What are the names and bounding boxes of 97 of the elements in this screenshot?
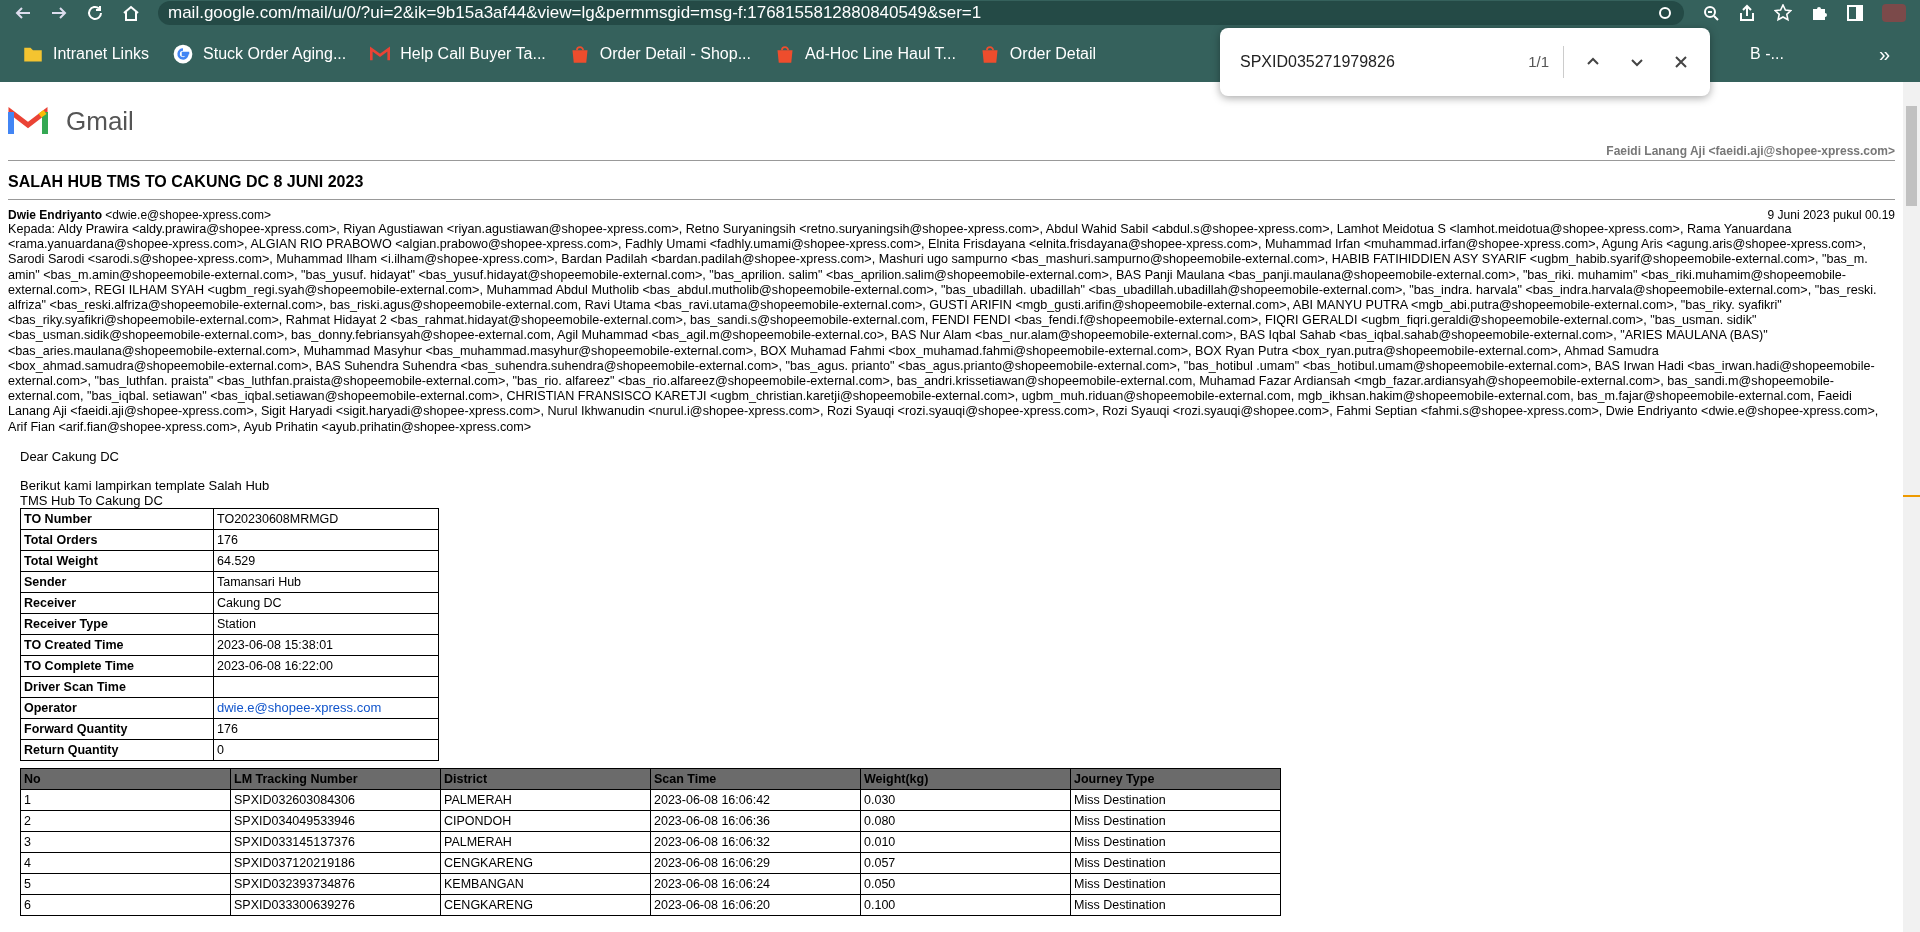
table-cell: PALMERAH [440, 789, 651, 811]
column-header: District [440, 768, 651, 790]
field-label: Forward Quantity [20, 718, 214, 740]
google-logo-icon [173, 44, 194, 64]
field-label: TO Number [20, 508, 214, 530]
table-cell: SPXID032603084306 [230, 789, 441, 811]
table-cell: 4 [20, 852, 231, 874]
bookmark-link[interactable]: Intranet Links [14, 40, 159, 68]
table-cell: KEMBANGAN [440, 873, 651, 895]
star-icon[interactable] [1774, 4, 1792, 22]
table-cell: 2023-06-08 16:06:32 [650, 831, 861, 853]
table-cell: 2023-06-08 16:06:42 [650, 789, 861, 811]
gmail-logo-icon [8, 106, 48, 136]
table-cell: 3 [20, 831, 231, 853]
table-cell: Miss Destination [1070, 810, 1281, 832]
field-value: Cakung DC [213, 592, 439, 614]
table-cell: Miss Destination [1070, 831, 1281, 853]
table-cell: 0.080 [860, 810, 1071, 832]
table-cell: CENGKARENG [440, 894, 651, 916]
email-link[interactable]: dwie.e@shopee-xpress.com [217, 700, 382, 716]
column-header: Weight(kg) [860, 768, 1071, 790]
greeting-text: Dear Cakung DC [20, 448, 120, 464]
more-bookmarks-button[interactable]: » [1798, 42, 1906, 66]
table-cell: PALMERAH [440, 831, 651, 853]
field-value: 2023-06-08 16:22:00 [213, 655, 439, 677]
field-label: Sender [20, 571, 214, 593]
account-name: Faeidi Lanang Aji <faeidi.aji@shopee-xpress.com> [1606, 144, 1895, 160]
table-cell: Miss Destination [1070, 789, 1281, 811]
column-header: Scan Time [650, 768, 861, 790]
field-label: Receiver [20, 592, 214, 614]
field-value: 176 [213, 718, 439, 740]
table-cell: 2 [20, 810, 231, 832]
bookmark-link[interactable]: B -... [1741, 41, 1793, 67]
column-header: LM Tracking Number [230, 768, 441, 790]
table-cell: 0.010 [860, 831, 1071, 853]
gmail-wordmark: Gmail [66, 105, 134, 137]
table-cell: 2023-06-08 16:06:36 [650, 810, 861, 832]
table-cell: CIPONDOH [440, 810, 651, 832]
table-cell: 0.030 [860, 789, 1071, 811]
find-input-field[interactable]: SPXID035271979826 [1240, 53, 1515, 71]
table-cell: 1 [20, 789, 231, 811]
table-cell: 5 [20, 873, 231, 895]
bookmark-link[interactable]: Order Detail - Shop... [560, 40, 760, 68]
table-cell: SPXID037120219186 [230, 852, 441, 874]
email-date: 9 Juni 2023 pukul 00.19 [1767, 208, 1895, 222]
body-text: TMS Hub To Cakung DC [20, 492, 163, 508]
field-label: Total Weight [20, 550, 214, 572]
field-label: TO Complete Time [20, 655, 214, 677]
table-cell: SPXID033145137376 [230, 831, 441, 853]
column-header: No [20, 768, 231, 790]
field-label: Operator [20, 697, 214, 719]
bookmark-link[interactable]: Help Call Buyer Ta... [361, 40, 555, 68]
bookmark-link[interactable]: Stuck Order Aging... [164, 40, 356, 68]
field-label: Total Orders [20, 529, 214, 551]
column-header: Journey Type [1070, 768, 1281, 790]
table-cell: 6 [20, 894, 231, 916]
table-cell: Miss Destination [1070, 873, 1281, 895]
field-value: 64.529 [213, 550, 439, 572]
table-cell: Miss Destination [1070, 852, 1281, 874]
home-icon[interactable] [122, 4, 140, 22]
field-label: Driver Scan Time [20, 676, 214, 698]
reload-icon[interactable] [86, 4, 104, 22]
table-cell: 0.100 [860, 894, 1071, 916]
zoom-icon[interactable] [1702, 4, 1720, 22]
table-cell: Miss Destination [1070, 894, 1281, 916]
body-text: Berikut kami lampirkan template Salah Hub [20, 477, 271, 493]
bookmark-link[interactable]: Ad-Hoc Line Haul T... [765, 40, 965, 68]
share-icon[interactable] [1738, 4, 1756, 22]
field-value: 0 [213, 739, 439, 761]
address-bar[interactable]: mail.google.com/mail/u/0/?ui=2&ik=9b15a3af44&view=lg&permmsgid=msg-f:1768155812880840549&ser=1 [158, 1, 1684, 25]
field-label: Receiver Type [20, 613, 214, 635]
table-cell: 2023-06-08 16:06:20 [650, 894, 861, 916]
sender-line: Dwie Endriyanto <dwie.e@shopee-xpress.com> [8, 208, 271, 222]
field-value: TO20230608MRMGD [213, 508, 439, 530]
table-cell: SPXID033300639276 [230, 894, 441, 916]
field-label: TO Created Time [20, 634, 214, 656]
field-value: 2023-06-08 15:38:01 [213, 634, 439, 656]
url-text: mail.google.com/mail/u/0/?ui=2&ik=9b15a3af44&view=lg&permmsgid=msg-f:1768155812880840549&ser=1 [168, 3, 983, 23]
email-subject: SALAH HUB TMS TO CAKUNG DC 8 JUNI 2023 [8, 172, 365, 192]
puzzle-icon[interactable] [1810, 4, 1828, 22]
table-cell: SPXID032393734876 [230, 873, 441, 895]
table-cell: SPXID034049533946 [230, 810, 441, 832]
field-label: Return Quantity [20, 739, 214, 761]
table-cell: CENGKARENG [440, 852, 651, 874]
field-value: Station [213, 613, 439, 635]
lens-icon[interactable] [1656, 4, 1674, 22]
field-value: Tamansari Hub [213, 571, 439, 593]
table-cell: 0.057 [860, 852, 1071, 874]
scrollbar[interactable] [1903, 82, 1920, 932]
side-panel-icon[interactable] [1846, 4, 1864, 22]
bookmark-link[interactable]: Order Detail [970, 40, 1106, 68]
table-cell: 2023-06-08 16:06:29 [650, 852, 861, 874]
table-cell: 2023-06-08 16:06:24 [650, 873, 861, 895]
recipient-list: Kepada: Aldy Prawira <aldy.prawira@shopee-xpress.com>, Riyan Agustiawan <riyan.agustiawan@shopee-xpress.com>, Retno Suryaningsih <retno.suryaningsih@shopee-xpress.com>, Abdul Wahid Sabil <abdul.s@shopee-xpress.com>, Lamhot Meidotua S <lamhot.meidotua@shopee-xpress.com>, Rama Yanuardana <rama.yanuardana@shopee-xpress.com>, ALGIAN RIO PRABOWO <algian.prabowo@shopee-xpress.com>, Fadhly Umami <fadhly.umami@shopee-xpress.com>, Elnita Frisdayana <elnita.frisdayana@shopee-xpress.com>, Muhammad Irfan <muhammad.irfan@shopee-xpress.com>, Agung Aris <agung.aris@shopee-xpress.com>, Sarodi Sarodi <sarodi.s@shopee-xpress.com>, Muhammad Ilham <i.ilham@shopee-xpress.com>, Bardan Padilah <bardan.padilah@shopee-xpress.com>, Mashuri ugo sampurno <bas_mashuri.sampurno@shopeemobile-external.com>, HABIB FATIHIDDIEN ASY SYARIF <ugbm_habib.syarif@shopeemobile-external.com>, "bas_m. amin" <bas_m.amin@shopeemobile-external.com>, "bas_yusuf. hidayat" <bas_yusuf.hidayat@shopeemobile-external.com>, "bas_aprilion. salim" <bas_aprilion.salim@shopeemobile-external.com>, BAS Panji Maulana <bas_panji.maulana@shopeemobile-external.com>, "bas_riki. muhamim" <bas_riki.muhamim@shopeemobile-external.com>, REGI ILHAM SYAH <ugbm_regi.syah@shopeemobile-external.com>, Muhammad Abdul Mutholib <bas_abdul.mutholib@shopeemobile-external.com>, "bas_ubadillah. ubadillah" <bas_ubadillah.ubadillah@shopeemobile-external.com>, "bas_indra. harvala" <bas_indra.harvala@shopeemobile-external.com>, "bas_reski. alfriza" <bas_reski.alfriza@shopeemobile-external.com>, bas_riski.agus@shopeemobile-external.com, Ravi Utama <bas_ravi.utama@shopeemobile-external.com>, GUSTI ARIFIN <mgb_gusti.arifin@shopeemobile-external.com>, ABI MANYU PUTRA <mgb_abi.putra@shopeemobile-external.com>, "bas_riky. syafikri" <bas_riky.syafikri@shopeemobile-external.com>, Rahmat Hidayat 2 <bas_rahmat.hidayat@shopeemobile-external.com>, bas_sandi.s@shopeemobile-external.com, FENDI FENDI <bas_fendi.f@shopeemobile-external.com>, FIQRI GERALDI <ugbm_fiqri.geraldi@shopeemobile-external.com>, "bas_usman. sidik" <bas_usman.sidik@shopeemobile-external.com>, bas_donny.febriansyah@shopee-external.com, Agil Muhammad <bas_agil.m@shopeemobile-external.co>, BAS Nur Alam <bas_nur.alam@shopeemobile-external.com>, BAS Iqbal Sahab <bas_iqbal.sahab@shopeemobile-external.com>, "ARIES MAULANA (BAS)" <bas_aries.maulana@shopeemobile-external.com>, Muhammad Masyhur <bas_muhammad.masyhur@shopeemobile-external.com>, BOX Muhamad Fahmi <box_muhamad.fahmi@shopeemobile-external.com>, BOX Ryan Putra <box_ryan.putra@shopeemobile-external.com>, Ahmad Samudra <box_ahmad.samudra@shopeemobile-external.com>, BAS Suhendra Suhendra <bas_suhendra.suhendra@shopeemobile-external.com>, "bas_agus. prianto" <bas_agus.prianto@shopeemobile-external.com>, "bas_hotibul .umam" <bas_hotibul.umam@shopeemobile-external.com>, BAS Irwan Hadi <bas_irwan.hadi@shopeemobile-external.com>, "bas_luthfan. praista" <bas_luthfan.praista@shopeemobile-external.com>, "bas_rio. alfareez" <bas_rio.alfareez@shopeemobile-external.com>, bas_andri.krissetiawan@shopeemobile-external.com, Muhamad Fazar Ardiansah <mgb_fazar.ardiansyah@shopeemobile-external.com>, bas_sandi.m@shopeemobile-external.com, "bas_iqbal. setiawan" <bas_iqbal.setiawan@shopeemobile-external.com>, CHRISTIAN FRANSISCO KARETJI <ugbm_christian.karetji@shopeemobile-external.com>, ugbm_muh.riduan@shopeemobile-external.com, mgb_ikhsan.hakim@shopeemobile-external.com, bas_m.fajar@shopeemobile-external.com, Faeidi Lanang Aji <faeidi.aji@shopee-xpress.com>, Sigit Haryadi <sigit.haryadi@shopee-xpress.com>, Nurul Ikhwanudin <nurul.i@shopee-xpress.com>, Rozi Syauqi <rozi.syauqi@shopee-xpress.com>, Rozi Syauqi <rozi.syauqi@shopee.com>, Fahmi Septian <fahmi.s@shopee-xpress.com>, Dwie Endriyanto <dwie.e@shopee-xpress.com>, Arif Fian <arif.fian@shopee-xpress.com>, Ayub Prihatin <ayub.prihatin@shopee-xpress.com> [8, 222, 1895, 435]
match-count: 1/1 [1528, 46, 1564, 78]
table-cell: 0.050 [860, 873, 1071, 895]
field-value: 176 [213, 529, 439, 551]
